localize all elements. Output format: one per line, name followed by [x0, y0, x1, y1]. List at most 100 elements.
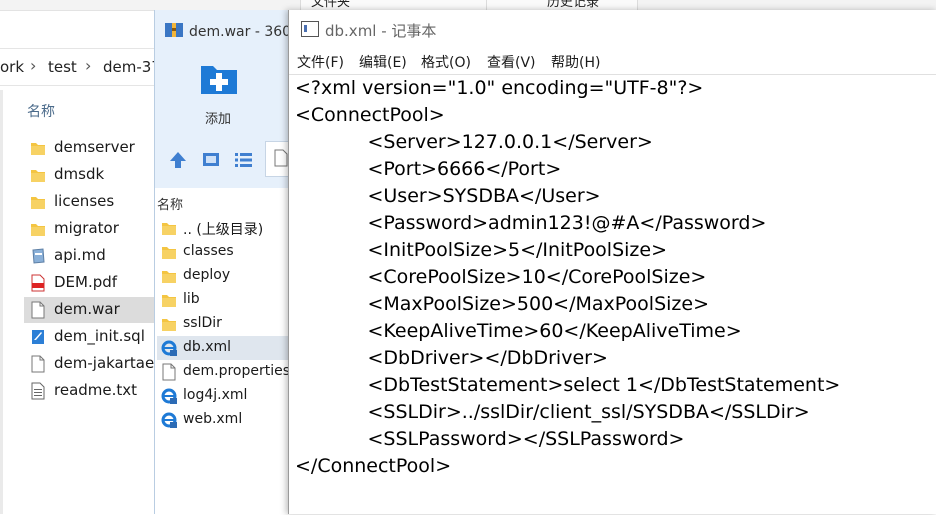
notepad-window-title: db.xml - 记事本 [325, 22, 437, 40]
list-item-icon [161, 363, 177, 381]
list-item-label: db.xml [183, 339, 232, 355]
list-item[interactable]: sslDir [157, 312, 293, 336]
list-item[interactable]: licenses [24, 189, 164, 215]
list-item[interactable]: api.md [24, 243, 164, 269]
list-item[interactable]: DEM.pdf [24, 270, 164, 296]
list-item[interactable]: classes [157, 240, 293, 264]
archive-app-icon [165, 23, 183, 37]
notepad-text-area[interactable]: <?xml version="1.0" encoding="UTF-8"?> <C… [289, 74, 936, 515]
text-line: <KeepAliveTime>60</KeepAliveTime> [295, 320, 742, 342]
archive-window: dem.war - 360压 添加 名称 .. (上级目录) classes d… [154, 10, 306, 514]
list-item-label: classes [183, 243, 234, 259]
thumbnail-view-icon[interactable] [203, 153, 219, 166]
list-item-label: dem-jakartaee [54, 354, 164, 372]
ie-xml-icon [161, 412, 177, 428]
list-view-icon[interactable] [235, 153, 252, 167]
folder-icon [31, 170, 45, 182]
list-item-label: deploy [183, 267, 231, 283]
pdf-file-icon [31, 274, 45, 292]
text-line: <SSLDir>../sslDir/client_ssl/SYSDBA</SSL… [295, 401, 810, 423]
breadcrumb-item[interactable]: ork [0, 58, 24, 76]
up-arrow-icon[interactable] [170, 152, 186, 168]
menu-help[interactable]: 帮助(H) [551, 52, 600, 72]
list-item-label: dem_init.sql [54, 327, 145, 345]
name-column-header[interactable]: 名称 [27, 101, 55, 121]
list-item[interactable]: dem_init.sql [24, 324, 164, 350]
menu-view[interactable]: 查看(V) [487, 52, 536, 72]
list-item-icon [161, 315, 177, 333]
notepad-titlebar[interactable]: db.xml - 记事本 [289, 10, 936, 46]
list-item-label: readme.txt [54, 381, 138, 399]
text-line: <DbTestStatement>select 1</DbTestStateme… [295, 374, 841, 396]
ie-xml-icon [161, 388, 177, 404]
list-item[interactable]: migrator [24, 216, 164, 242]
notepad-window: db.xml - 记事本 文件(F) 编辑(E) 格式(O) 查看(V) 帮助(… [288, 10, 936, 514]
menu-edit[interactable]: 编辑(E) [359, 52, 407, 72]
text-line: <Port>6666</Port> [295, 158, 562, 180]
notepad-app-icon [301, 21, 319, 37]
list-item-label: web.xml [183, 411, 243, 427]
archive-nav-tools [169, 150, 259, 174]
folder-icon [31, 143, 45, 155]
list-item[interactable]: db.xml [157, 336, 293, 360]
breadcrumb-item[interactable]: test [48, 58, 77, 76]
folder-icon [31, 224, 45, 236]
folder-icon [162, 247, 176, 259]
list-item[interactable]: dem-jakartaee [24, 351, 164, 377]
folder-icon [162, 271, 176, 283]
file-icon [31, 301, 45, 319]
list-item-icon [161, 291, 177, 309]
list-item-icon [161, 411, 177, 429]
folder-icon [162, 223, 176, 235]
file-icon [274, 149, 288, 167]
list-item-icon [30, 220, 46, 238]
breadcrumb-item[interactable]: dem-37 [103, 58, 161, 76]
list-item-label: log4j.xml [183, 387, 248, 403]
list-item[interactable]: readme.txt [24, 378, 164, 404]
menu-format[interactable]: 格式(O) [421, 52, 471, 72]
archive-toolbar: dem.war - 360压 添加 [155, 10, 306, 188]
notepad-menubar: 文件(F) 编辑(E) 格式(O) 查看(V) 帮助(H) [289, 48, 936, 72]
chevron-right-icon: › [85, 56, 92, 75]
list-item-icon [30, 301, 46, 319]
list-item[interactable]: .. (上级目录) [157, 216, 293, 240]
list-item-label: lib [183, 291, 200, 307]
folder-button-label: 文件夹 [311, 0, 351, 10]
list-item[interactable]: log4j.xml [157, 384, 293, 408]
list-item[interactable]: deploy [157, 264, 293, 288]
text-line: <Password>admin123!@#A</Password> [295, 212, 767, 234]
folder-icon [31, 197, 45, 209]
list-item-icon [30, 328, 46, 346]
list-item[interactable]: demserver [24, 135, 164, 161]
list-item-label: demserver [54, 138, 135, 156]
list-item-icon [30, 247, 46, 265]
list-item-label: dmsdk [54, 165, 105, 183]
list-item[interactable]: dmsdk [24, 162, 164, 188]
archive-name-column-header[interactable]: 名称 [157, 194, 183, 213]
list-item-label: dem.properties [183, 363, 291, 379]
list-item-icon [30, 355, 46, 373]
list-item-icon [161, 219, 177, 237]
list-item-icon [161, 267, 177, 285]
menu-file[interactable]: 文件(F) [297, 52, 344, 72]
add-to-archive-icon[interactable] [199, 60, 239, 96]
list-item[interactable]: lib [157, 288, 293, 312]
text-file-icon [31, 382, 45, 400]
text-line: <CorePoolSize>10</CorePoolSize> [295, 266, 707, 288]
list-item[interactable]: web.xml [157, 408, 293, 432]
list-item[interactable]: dem.properties [157, 360, 293, 384]
text-line: <?xml version="1.0" encoding="UTF-8"?> [295, 77, 704, 99]
list-item-icon [30, 193, 46, 211]
folder-icon [162, 319, 176, 331]
add-button-label[interactable]: 添加 [205, 108, 231, 127]
list-item-label: .. (上级目录) [183, 222, 264, 238]
list-item[interactable]: dem.war [24, 297, 164, 323]
folder-icon [162, 295, 176, 307]
nav-pane-edge [0, 90, 3, 514]
list-item-icon [30, 166, 46, 184]
list-item-icon [30, 382, 46, 400]
list-item-label: DEM.pdf [54, 273, 118, 291]
text-line: <MaxPoolSize>500</MaxPoolSize> [295, 293, 710, 315]
file-icon [162, 363, 176, 381]
text-line: <DbDriver></DbDriver> [295, 347, 608, 369]
